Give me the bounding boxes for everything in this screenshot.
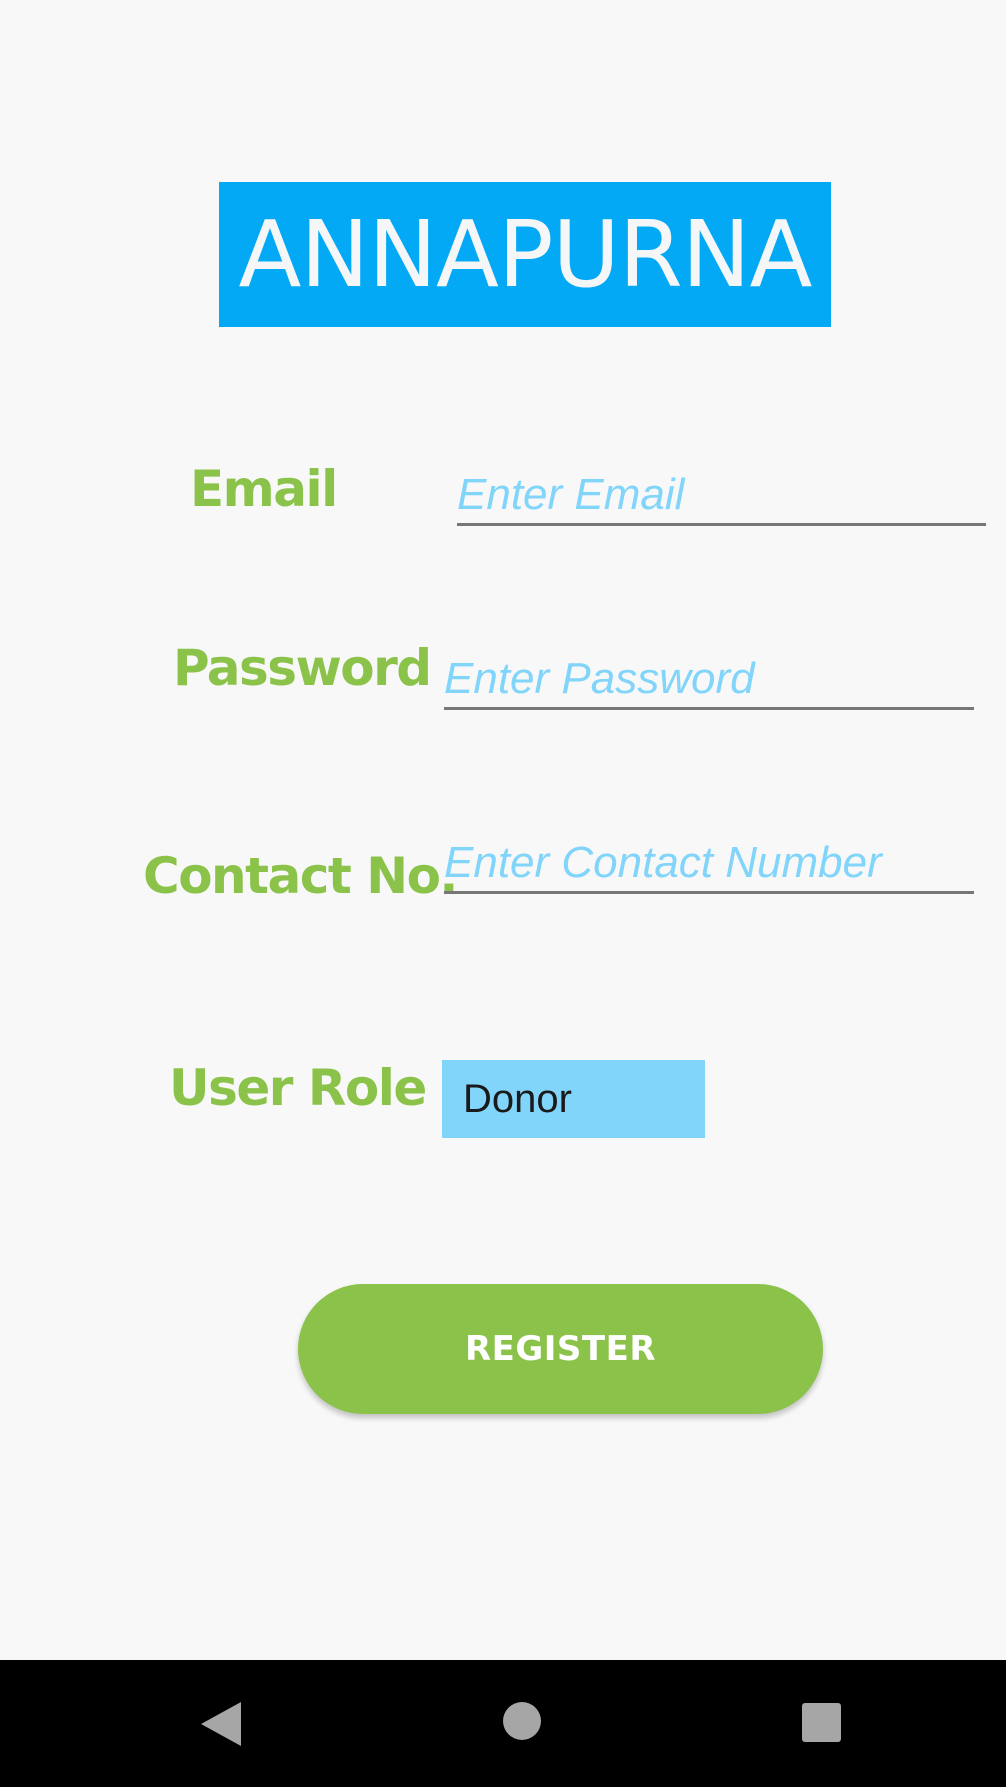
contact-number-input[interactable] [444, 834, 974, 894]
contact-number-label: Contact No. [143, 847, 458, 905]
user-role-label: User Role [169, 1059, 427, 1117]
password-input[interactable] [444, 650, 974, 710]
register-button-label: REGISTER [464, 1329, 657, 1369]
email-input[interactable] [457, 466, 986, 526]
user-role-selected-value: Donor [463, 1077, 572, 1121]
back-icon[interactable] [201, 1702, 241, 1746]
register-button[interactable]: REGISTER [298, 1284, 823, 1414]
app-title-banner: ANNAPURNA [219, 182, 831, 327]
home-icon[interactable] [503, 1702, 541, 1740]
recent-apps-icon[interactable] [802, 1703, 841, 1742]
password-label: Password [173, 639, 432, 697]
email-label: Email [190, 460, 338, 518]
user-role-dropdown[interactable]: Donor [442, 1060, 705, 1138]
system-navigation-bar [0, 1660, 1006, 1787]
